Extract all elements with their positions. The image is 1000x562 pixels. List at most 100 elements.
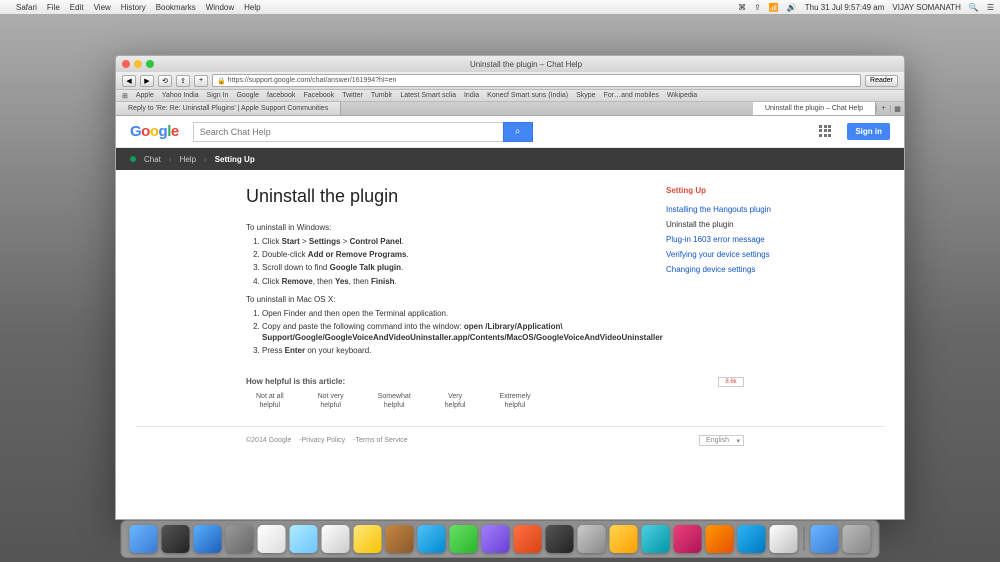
bookmark-item[interactable]: Twitter (342, 92, 363, 99)
bookmark-item[interactable]: Wikipedia (667, 92, 697, 99)
user-menu[interactable]: VIJAY SOMANATH (892, 3, 960, 12)
bookmark-item[interactable]: Konecf Smart suns (India) (487, 92, 568, 99)
dock-notes[interactable] (354, 525, 382, 553)
google-logo[interactable]: Google (130, 123, 179, 140)
menu-file[interactable]: File (47, 3, 60, 12)
bookmarks-icon[interactable]: ⊞ (122, 92, 128, 100)
list-item: Scroll down to find Google Talk plugin. (262, 262, 626, 273)
bookmark-item[interactable]: Apple (136, 92, 154, 99)
app-menu[interactable]: Safari (16, 3, 37, 12)
google-apps-icon[interactable] (819, 125, 833, 139)
gplus-badge[interactable]: 8.6k (718, 377, 744, 387)
bookmark-item[interactable]: Tumblr (371, 92, 393, 99)
feedback-option[interactable]: Not at allhelpful (256, 392, 284, 410)
sidebar-link[interactable]: Verifying your device settings (666, 250, 816, 259)
tab-overview-button[interactable]: ▦ (890, 105, 904, 113)
bookmark-item[interactable]: Google (236, 92, 259, 99)
mac-intro: To uninstall in Mac OS X: (246, 295, 626, 304)
lock-icon: 🔒 (217, 77, 226, 85)
search-input[interactable] (193, 122, 503, 142)
bookmark-item[interactable]: Facebook (303, 92, 334, 99)
dock-app[interactable] (578, 525, 606, 553)
feedback-option[interactable]: Somewhathelpful (378, 392, 411, 410)
windows-intro: To uninstall in Windows: (246, 223, 626, 232)
dock-itunes[interactable] (674, 525, 702, 553)
menu-view[interactable]: View (94, 3, 111, 12)
dock-preferences[interactable] (770, 525, 798, 553)
dock-app[interactable] (610, 525, 638, 553)
address-bar[interactable]: 🔒 https://support.google.com/chat/answer… (212, 74, 861, 87)
dock-safari[interactable] (194, 525, 222, 553)
sidebar-related: Setting Up Installing the Hangouts plugi… (666, 186, 816, 359)
forward-button[interactable]: ▶ (140, 75, 154, 87)
dock-appstore[interactable] (738, 525, 766, 553)
mac-steps: Open Finder and then open the Terminal a… (246, 308, 626, 357)
status-icon[interactable]: ⌘ (738, 3, 746, 12)
feedback-option[interactable]: Extremelyhelpful (499, 392, 530, 410)
sidebar-link[interactable]: Installing the Hangouts plugin (666, 205, 816, 214)
dock-trash[interactable] (843, 525, 871, 553)
menu-edit[interactable]: Edit (70, 3, 84, 12)
add-button[interactable]: + (194, 75, 208, 87)
dock-app[interactable] (514, 525, 542, 553)
dock-finder[interactable] (130, 525, 158, 553)
back-button[interactable]: ◀ (122, 75, 136, 87)
dock-app[interactable] (642, 525, 670, 553)
window-titlebar[interactable]: Uninstall the plugin – Chat Help (116, 56, 904, 72)
safari-window: Uninstall the plugin – Chat Help ◀ ▶ ⟲ ⇪… (115, 55, 905, 520)
volume-icon[interactable]: 🔊 (787, 3, 797, 12)
tab-support-communities[interactable]: Reply to 'Re: Re: Uninstall Plugins' | A… (116, 102, 341, 115)
bookmark-item[interactable]: Sign In (207, 92, 229, 99)
breadcrumb-chat[interactable]: Chat (144, 155, 161, 164)
dock-messages[interactable] (418, 525, 446, 553)
wifi-icon[interactable]: 📶 (769, 3, 779, 12)
spotlight-icon[interactable]: 🔍 (969, 3, 979, 12)
refresh-button[interactable]: ⟲ (158, 75, 172, 87)
language-selector[interactable]: English (699, 435, 744, 446)
sidebar-link[interactable]: Plug-in 1603 error message (666, 235, 816, 244)
zoom-button[interactable] (146, 60, 154, 68)
dock-downloads[interactable] (811, 525, 839, 553)
sidebar-link[interactable]: Changing device settings (666, 265, 816, 274)
bookmark-item[interactable]: facebook (267, 92, 295, 99)
reader-button[interactable]: Reader (865, 75, 898, 87)
search-button[interactable]: ⌕ (503, 122, 533, 142)
minimize-button[interactable] (134, 60, 142, 68)
dock-calendar[interactable] (322, 525, 350, 553)
dock-launchpad[interactable] (162, 525, 190, 553)
bookmark-item[interactable]: Latest Smart sclia (400, 92, 456, 99)
breadcrumb-help[interactable]: Help (180, 155, 196, 164)
menu-history[interactable]: History (121, 3, 146, 12)
menu-extras-icon[interactable]: ☰ (987, 3, 994, 12)
tab-chat-help[interactable]: Uninstall the plugin – Chat Help (753, 102, 876, 115)
dock-app[interactable] (290, 525, 318, 553)
bookmark-item[interactable]: For…and mobiles (604, 92, 659, 99)
dock-facetime[interactable] (450, 525, 478, 553)
sidebar-link-current: Uninstall the plugin (666, 220, 816, 229)
dock-ibooks[interactable] (706, 525, 734, 553)
bookmark-item[interactable]: Yahoo India (162, 92, 199, 99)
status-icon[interactable]: ⇪ (754, 3, 761, 12)
feedback-option[interactable]: Veryhelpful (445, 392, 466, 410)
share-button[interactable]: ⇪ (176, 75, 190, 87)
feedback-option[interactable]: Not veryhelpful (318, 392, 344, 410)
privacy-link[interactable]: Privacy Policy (302, 437, 346, 444)
menu-window[interactable]: Window (206, 3, 234, 12)
dock-reminders[interactable] (386, 525, 414, 553)
new-tab-button[interactable]: + (876, 105, 890, 112)
menu-bookmarks[interactable]: Bookmarks (156, 3, 196, 12)
dock-app[interactable] (482, 525, 510, 553)
copyright: ©2014 Google (246, 437, 291, 444)
close-button[interactable] (122, 60, 130, 68)
dock-mail[interactable] (226, 525, 254, 553)
breadcrumb-setting[interactable]: Setting Up (215, 155, 255, 164)
clock[interactable]: Thu 31 Jul 9:57:49 am (805, 3, 885, 12)
bookmark-item[interactable]: Skype (576, 92, 595, 99)
dock-app[interactable] (546, 525, 574, 553)
signin-button[interactable]: Sign in (847, 123, 890, 140)
feedback-question: How helpful is this article: (246, 377, 874, 386)
bookmark-item[interactable]: India (464, 92, 479, 99)
menu-help[interactable]: Help (244, 3, 260, 12)
dock-contacts[interactable] (258, 525, 286, 553)
terms-link[interactable]: Terms of Service (356, 437, 408, 444)
